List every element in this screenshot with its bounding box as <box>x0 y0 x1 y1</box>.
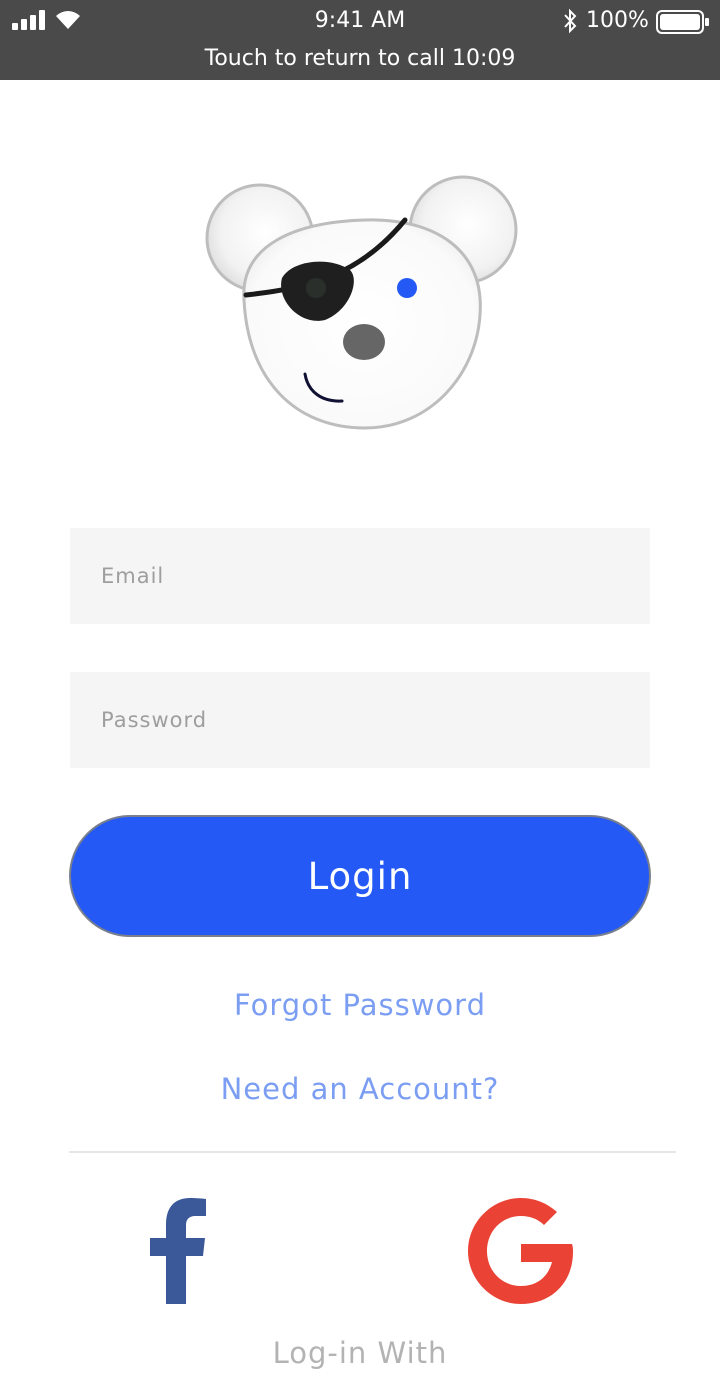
battery-icon <box>656 10 709 34</box>
social-login-caption: Log-in With <box>272 1336 448 1370</box>
google-icon[interactable] <box>468 1198 574 1304</box>
password-field[interactable] <box>70 672 650 768</box>
return-to-call-banner[interactable]: Touch to return to call 10:09 <box>0 46 720 71</box>
divider <box>69 1151 676 1153</box>
facebook-icon[interactable] <box>146 1198 208 1304</box>
forgot-password-link[interactable]: Forgot Password <box>0 988 720 1022</box>
pirate-bear-logo <box>205 175 518 430</box>
login-button[interactable]: Login <box>69 815 651 937</box>
battery-percent: 100% <box>586 8 649 33</box>
status-bar: 9:41 AM 100% Touch to return to call 10:… <box>0 0 720 80</box>
email-field[interactable] <box>70 528 650 624</box>
bluetooth-icon <box>564 8 577 34</box>
need-account-link[interactable]: Need an Account? <box>0 1072 720 1106</box>
